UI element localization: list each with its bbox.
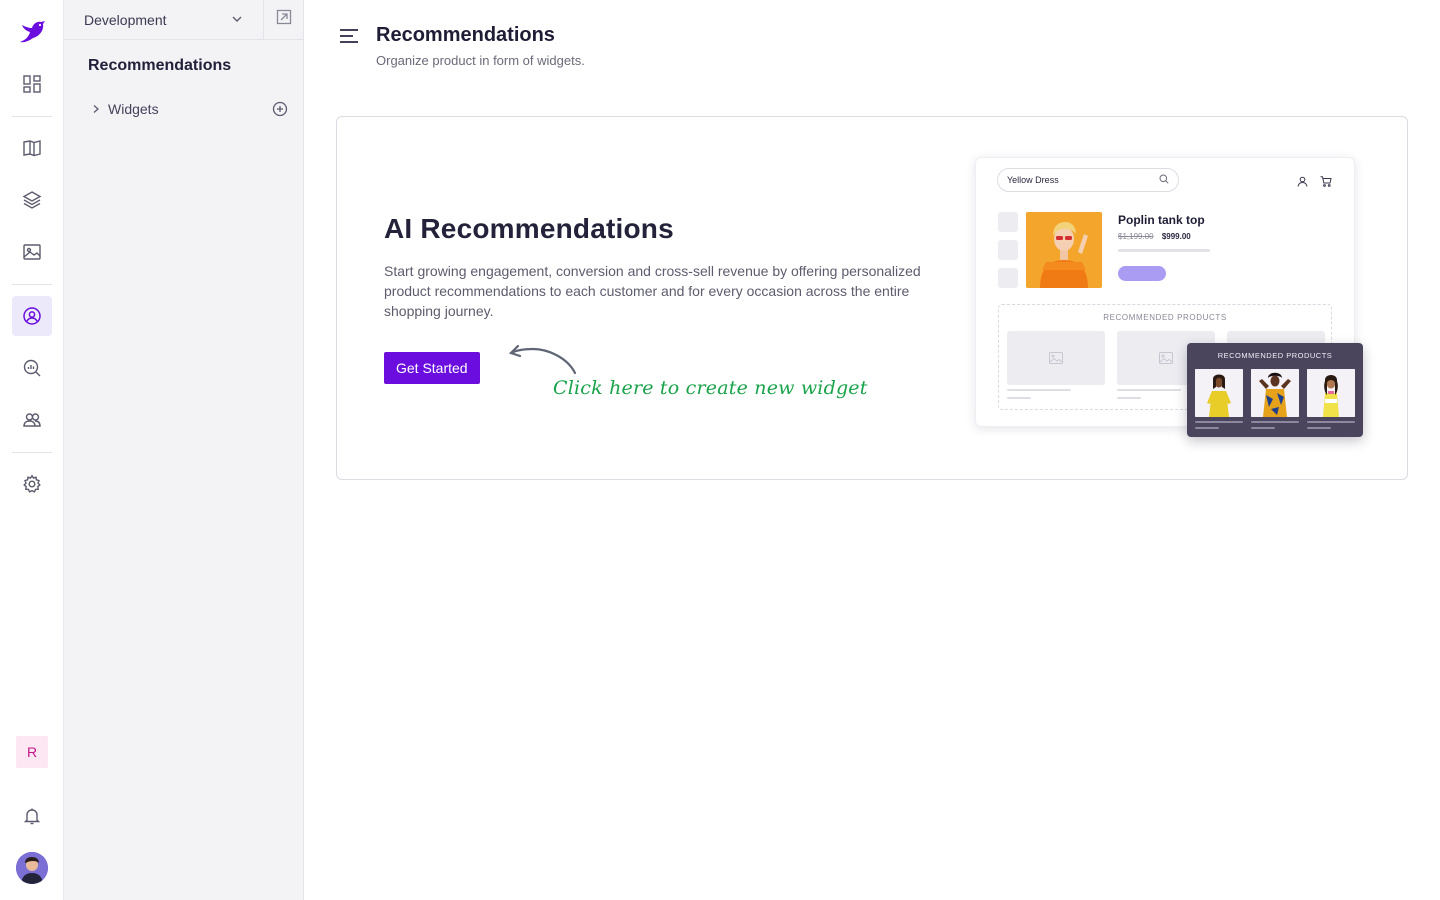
org-badge[interactable]: R [16,736,48,768]
open-external-button[interactable] [264,0,304,40]
recommended-product-photo [1195,369,1243,417]
placeholder-line [1117,397,1141,399]
users-icon[interactable] [12,400,52,440]
catalog-book-icon[interactable] [12,128,52,168]
curved-arrow-icon [495,343,577,377]
environment-select[interactable]: Development [64,0,264,40]
placeholder-line [1007,389,1071,391]
get-started-button[interactable]: Get Started [384,352,480,384]
create-widget-hint: Click here to create new widget [553,377,868,399]
recommended-product-photo [1251,369,1299,417]
tree-item-widgets[interactable]: Widgets [88,98,288,120]
analytics-search-icon[interactable] [12,348,52,388]
popup-title: RECOMMENDED PRODUCTS [1217,351,1333,360]
page-title: Recommendations [376,24,555,46]
environment-label: Development [84,11,167,28]
placeholder-card [1007,331,1105,385]
mock-thumbnail [998,212,1018,232]
rail-divider [12,284,52,285]
page-subtitle: Organize product in form of widgets. [376,53,585,68]
main-content: Recommendations Organize product in form… [304,0,1440,900]
new-price: $999.00 [1161,232,1191,241]
placeholder-line [1307,427,1331,429]
search-icon [1159,174,1169,186]
image-icon[interactable] [12,232,52,272]
section-title: Recommendations [88,57,232,74]
layers-icon[interactable] [12,180,52,220]
mock-thumbnails [998,212,1018,296]
rail-divider [12,116,52,117]
settings-gear-icon[interactable] [12,464,52,504]
product-name: Poplin tank top [1118,213,1205,227]
add-circle-icon[interactable] [271,100,289,118]
old-price: $1,199.00 [1118,232,1154,241]
mock-search-field: Yellow Dress [997,168,1179,192]
secondary-sidebar: Development Recommendations Widgets [64,0,304,900]
placeholder-line [1251,427,1275,429]
tree-item-label: Widgets [108,101,159,117]
image-placeholder-icon [1049,352,1063,364]
bell-icon[interactable] [12,796,52,836]
menu-hamburger-icon[interactable] [338,26,360,46]
hero-description: Start growing engagement, conversion and… [384,263,921,319]
hero-heading: AI Recommendations [384,213,674,244]
recommendations-illustration: Yellow Dress Poplin tank top $1,199.00 $… [975,157,1363,437]
chevron-right-icon[interactable] [88,104,104,114]
open-external-icon [276,9,292,30]
placeholder-bar [1118,249,1210,252]
recommendations-icon[interactable] [12,296,52,336]
mock-thumbnail [998,240,1018,260]
user-icon [1297,174,1308,192]
mock-search-value: Yellow Dress [1007,175,1059,185]
empty-state-card: AI Recommendations Start growing engagem… [336,116,1408,480]
product-prices: $1,199.00 $999.00 [1118,232,1191,241]
placeholder-line [1251,421,1299,423]
placeholder-line [1195,427,1219,429]
rail-divider [12,452,52,453]
icon-rail: R [0,0,64,900]
placeholder-line [1195,421,1243,423]
recommended-products-popup: RECOMMENDED PRODUCTS [1187,343,1363,437]
placeholder-button [1118,266,1166,281]
placeholder-line [1117,389,1181,391]
image-placeholder-icon [1159,352,1173,364]
placeholder-line [1307,421,1355,423]
mock-thumbnail [998,268,1018,288]
product-photo [1026,212,1102,288]
logo-bird-icon[interactable] [16,16,48,48]
cart-icon [1320,174,1332,192]
mock-header-icons [1297,174,1332,192]
avatar[interactable] [16,852,48,884]
placeholder-line [1007,397,1031,399]
dashboard-icon[interactable] [12,64,52,104]
recommended-product-photo [1307,369,1355,417]
recommended-title: RECOMMENDED PRODUCTS [1103,313,1227,322]
chevron-down-icon [231,12,243,28]
